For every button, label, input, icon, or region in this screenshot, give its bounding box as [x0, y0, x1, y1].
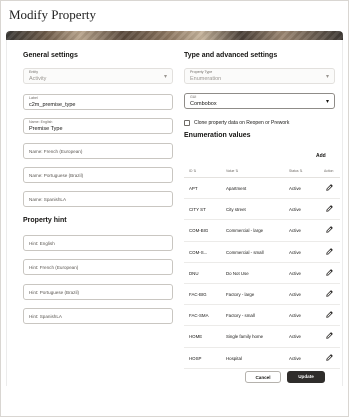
row-value: Commercial - small [226, 249, 264, 255]
name-english-value: Premise Type [29, 126, 63, 132]
row-value: Commercial - large [226, 228, 264, 234]
hint-english-placeholder: Hint: English [29, 241, 55, 246]
column-header-status[interactable]: Status ⇅ [289, 169, 302, 173]
chevron-down-icon: ▾ [325, 74, 329, 80]
clone-property-option[interactable]: Clone property data on Reopen or Prework [184, 120, 289, 126]
edit-pencil-icon[interactable] [325, 247, 334, 256]
name-portuguese-field[interactable]: Name: Portuguese (Brazil) [23, 167, 173, 183]
label-field-label: Label [29, 96, 38, 100]
gui-label: GUI [190, 95, 197, 99]
table-row: FAC-BIG Factory - large Active [184, 284, 340, 306]
table-row: DNU Do Not Use Active [184, 263, 340, 284]
column-header-id[interactable]: ID ⇅ [189, 169, 196, 173]
row-id: APT [189, 186, 198, 191]
name-portuguese-placeholder: Name: Portuguese (Brazil) [29, 173, 84, 178]
row-id: FAC-SMA [189, 313, 209, 319]
property-type-select: Property Type Enumeration ▾ [184, 68, 335, 84]
row-value: Single family home [226, 334, 264, 340]
type-advanced-heading: Type and advanced settings [184, 52, 278, 59]
chevron-down-icon: ▾ [163, 74, 167, 80]
gui-value: Combobox [190, 101, 217, 107]
row-id: HOSP [189, 355, 202, 361]
hint-portuguese-placeholder: Hint: Portuguese (Brazil) [29, 290, 80, 295]
row-status: Active [289, 291, 301, 297]
edit-pencil-icon[interactable] [325, 353, 334, 362]
table-body: APT Apartment Active CITY ST City street Acti… [184, 178, 340, 369]
row-status: Active [289, 249, 301, 255]
enumeration-values-heading: Enumeration values [184, 132, 251, 139]
row-id: DNU [189, 270, 199, 276]
table-row: CITY ST City street Active [184, 199, 340, 221]
edit-pencil-icon[interactable] [325, 289, 334, 298]
hint-french-placeholder: Hint: French (European) [29, 265, 79, 270]
row-id: FAC-BIG [189, 291, 207, 297]
column-header-value[interactable]: Value ⇅ [226, 169, 238, 173]
table-row: HOME Single family home Active [184, 326, 340, 348]
row-value: Factory - large [226, 291, 255, 297]
row-id: COM-BIG [189, 228, 209, 234]
row-status: Active [289, 207, 301, 213]
row-id: HOME [189, 334, 203, 340]
hint-spanish-placeholder: Hint: SpanishLA [29, 314, 62, 319]
table-row: COM-S... Commercial - small Active [184, 242, 340, 263]
hint-spanish-field[interactable]: Hint: SpanishLA [23, 308, 173, 324]
label-field-value: c2m_premise_type [29, 102, 76, 108]
row-status: Active [289, 355, 301, 361]
edit-pencil-icon[interactable] [325, 225, 334, 234]
label-field[interactable]: Label c2m_premise_type [23, 94, 173, 110]
dialog-title: Modify Property [9, 7, 97, 22]
table-header: ID ⇅ Value ⇅ Status ⇅ Action [184, 165, 340, 178]
row-value: Hospital [226, 355, 242, 361]
gui-select[interactable]: GUI Combobox ▾ [184, 93, 335, 109]
hint-portuguese-field[interactable]: Hint: Portuguese (Brazil) [23, 284, 173, 300]
row-value: Apartment [226, 186, 247, 191]
column-header-action: Action [324, 169, 334, 173]
name-spanish-field[interactable]: Name: SpanishLA [23, 191, 173, 207]
clone-checkbox-label: Clone property data on Reopen or Prework [194, 120, 290, 126]
update-button[interactable]: Update [287, 371, 325, 383]
cancel-button[interactable]: Cancel [245, 371, 281, 383]
table-row: COM-BIG Commercial - large Active [184, 220, 340, 242]
hint-english-field[interactable]: Hint: English [23, 235, 173, 251]
row-value: Factory - small [226, 313, 255, 319]
add-enumeration-button[interactable]: Add [316, 153, 326, 159]
property-hint-heading: Property hint [23, 217, 67, 224]
edit-pencil-icon[interactable] [325, 268, 334, 277]
general-settings-heading: General settings [23, 52, 78, 59]
entity-select: Entity Activity ▾ [23, 68, 173, 84]
table-row: HOSP Hospital Active [184, 348, 340, 369]
row-status: Active [289, 228, 301, 234]
hint-french-field[interactable]: Hint: French (European) [23, 259, 173, 275]
name-french-field[interactable]: Name: French (European) [23, 143, 173, 159]
row-status: Active [289, 334, 301, 340]
name-french-placeholder: Name: French (European) [29, 149, 83, 154]
decorative-banner [6, 31, 343, 40]
entity-value: Activity [29, 76, 47, 82]
name-english-field[interactable]: Name: English Premise Type [23, 118, 173, 134]
row-id: CITY ST [189, 207, 206, 213]
edit-pencil-icon[interactable] [325, 331, 334, 340]
enumeration-table: ID ⇅ Value ⇅ Status ⇅ Action APT Apartmen… [184, 165, 340, 369]
entity-label: Entity [29, 70, 38, 74]
modify-property-dialog: Modify Property General settings Entity … [0, 0, 349, 417]
name-spanish-placeholder: Name: SpanishLA [29, 197, 67, 202]
row-value: City street [226, 207, 246, 213]
row-status: Active [289, 313, 301, 319]
name-english-label: Name: English [29, 120, 53, 124]
edit-pencil-icon[interactable] [325, 183, 334, 192]
edit-pencil-icon[interactable] [325, 204, 334, 213]
table-row: FAC-SMA Factory - small Active [184, 305, 340, 327]
property-type-value: Enumeration [190, 76, 222, 82]
clone-checkbox[interactable] [184, 120, 190, 126]
table-row: APT Apartment Active [184, 178, 340, 200]
row-id: COM-S... [189, 249, 208, 255]
row-status: Active [289, 270, 301, 276]
chevron-down-icon: ▾ [325, 99, 329, 105]
row-value: Do Not Use [226, 270, 249, 276]
property-type-label: Property Type [190, 70, 213, 74]
edit-pencil-icon[interactable] [325, 310, 334, 319]
row-status: Active [289, 186, 301, 191]
